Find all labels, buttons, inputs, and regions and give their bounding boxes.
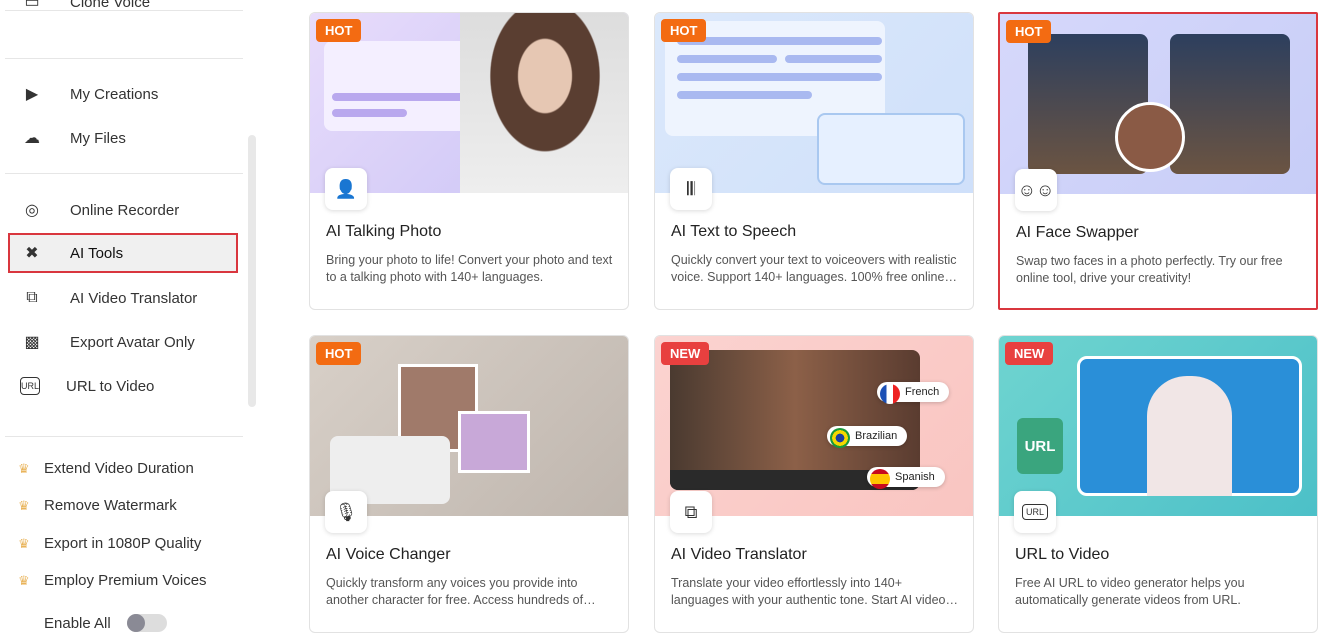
sidebar-item-ai-video-translator[interactable]: ⧉ AI Video Translator — [8, 278, 238, 318]
card-description: Bring your photo to life! Convert your p… — [326, 253, 613, 284]
sidebar-item-url-to-video[interactable]: URL URL to Video — [8, 366, 238, 406]
crown-icon: ♛ — [18, 497, 30, 513]
card-ai-video-translator[interactable]: French Brazilian Spanish NEW ⧉ AI Video … — [654, 335, 974, 633]
face-swap-icon: ☺☺ — [1015, 169, 1057, 211]
video-translate-icon: ⧉ — [670, 491, 712, 533]
card-url-to-video[interactable]: URL NEW URL URL to Video Free AI URL to … — [998, 335, 1318, 633]
card-description: Free AI URL to video generator helps you… — [1015, 576, 1245, 607]
avatar-icon: ▩ — [24, 334, 40, 351]
cloud-upload-icon: ☁ — [24, 130, 40, 147]
card-title: AI Talking Photo — [326, 223, 442, 240]
hot-badge: HOT — [316, 19, 362, 42]
url-icon: URL — [20, 377, 40, 395]
crown-icon: ♛ — [18, 535, 30, 551]
webcam-icon: ◎ — [25, 202, 39, 219]
card-ai-face-swapper[interactable]: HOT ☺☺ AI Face Swapper Swap two faces in… — [998, 12, 1318, 310]
sidebar-scrollbar[interactable] — [248, 135, 256, 407]
hot-badge: HOT — [661, 19, 707, 42]
enable-all-toggle[interactable] — [126, 614, 167, 632]
hot-badge: HOT — [316, 342, 362, 365]
sidebar-item-online-recorder[interactable]: ◎ Online Recorder — [8, 190, 238, 230]
card-ai-voice-changer[interactable]: HOT 🎙 AI Voice Changer Quickly transform… — [309, 335, 629, 633]
sidebar-item-my-files[interactable]: ☁ My Files — [8, 118, 238, 158]
new-badge: NEW — [1005, 342, 1054, 365]
sidebar-item-clone-voice[interactable]: ▭ Clone Voice — [8, 0, 238, 22]
language-spanish: Spanish — [867, 467, 945, 489]
card-title: AI Face Swapper — [1016, 224, 1139, 241]
card-ai-text-to-speech[interactable]: HOT 𝄃𝄃 AI Text to Speech Quickly convert… — [654, 12, 974, 310]
card-description: Quickly transform any voices you provide… — [326, 576, 584, 607]
card-description: Translate your video effortlessly into 1… — [671, 576, 946, 607]
divider — [5, 173, 243, 174]
card-title: AI Video Translator — [671, 546, 807, 563]
card-title: AI Voice Changer — [326, 546, 451, 563]
play-box-icon: ▶ — [25, 86, 39, 103]
card-description: Quickly convert your text to voiceovers … — [671, 253, 957, 284]
clone-voice-icon: ▭ — [24, 0, 40, 11]
sound-wave-icon: 𝄃𝄃 — [670, 168, 712, 210]
card-title: URL to Video — [1015, 546, 1110, 563]
sidebar-item-export-avatar-only[interactable]: ▩ Export Avatar Only — [8, 322, 238, 362]
url-file-graphic: URL — [1017, 418, 1063, 474]
url-icon: URL — [1014, 491, 1056, 533]
premium-extend-duration: ♛ Extend Video Duration — [18, 460, 194, 477]
card-description: Swap two faces in a photo perfectly. Try… — [1016, 254, 1283, 285]
divider — [5, 436, 243, 437]
language-french: French — [877, 382, 950, 404]
talking-photo-icon: 👤 — [325, 168, 367, 210]
premium-export-1080p: ♛ Export in 1080P Quality — [18, 535, 202, 552]
sidebar: ▭ Clone Voice ▶ My Creations ☁ My Files ◎ On… — [0, 0, 260, 642]
premium-remove-watermark: ♛ Remove Watermark — [18, 497, 177, 514]
sidebar-item-ai-tools[interactable]: ✖ AI Tools — [8, 233, 238, 273]
new-badge: NEW — [661, 342, 710, 365]
crown-icon: ♛ — [18, 460, 30, 476]
sidebar-item-my-creations[interactable]: ▶ My Creations — [8, 74, 238, 114]
crown-icon: ♛ — [18, 572, 30, 588]
language-brazilian: Brazilian — [827, 426, 908, 448]
card-title: AI Text to Speech — [671, 223, 797, 240]
enable-all-row: Enable All — [44, 614, 167, 632]
hot-badge: HOT — [1006, 20, 1052, 43]
divider — [5, 58, 243, 59]
tools-icon: ✖ — [25, 245, 39, 262]
voice-changer-icon: 🎙 — [325, 491, 367, 533]
video-translate-icon: ⧉ — [26, 289, 38, 306]
card-ai-talking-photo[interactable]: HOT 👤 AI Talking Photo Bring your photo … — [309, 12, 629, 310]
premium-voices: ♛ Employ Premium Voices — [18, 572, 207, 589]
